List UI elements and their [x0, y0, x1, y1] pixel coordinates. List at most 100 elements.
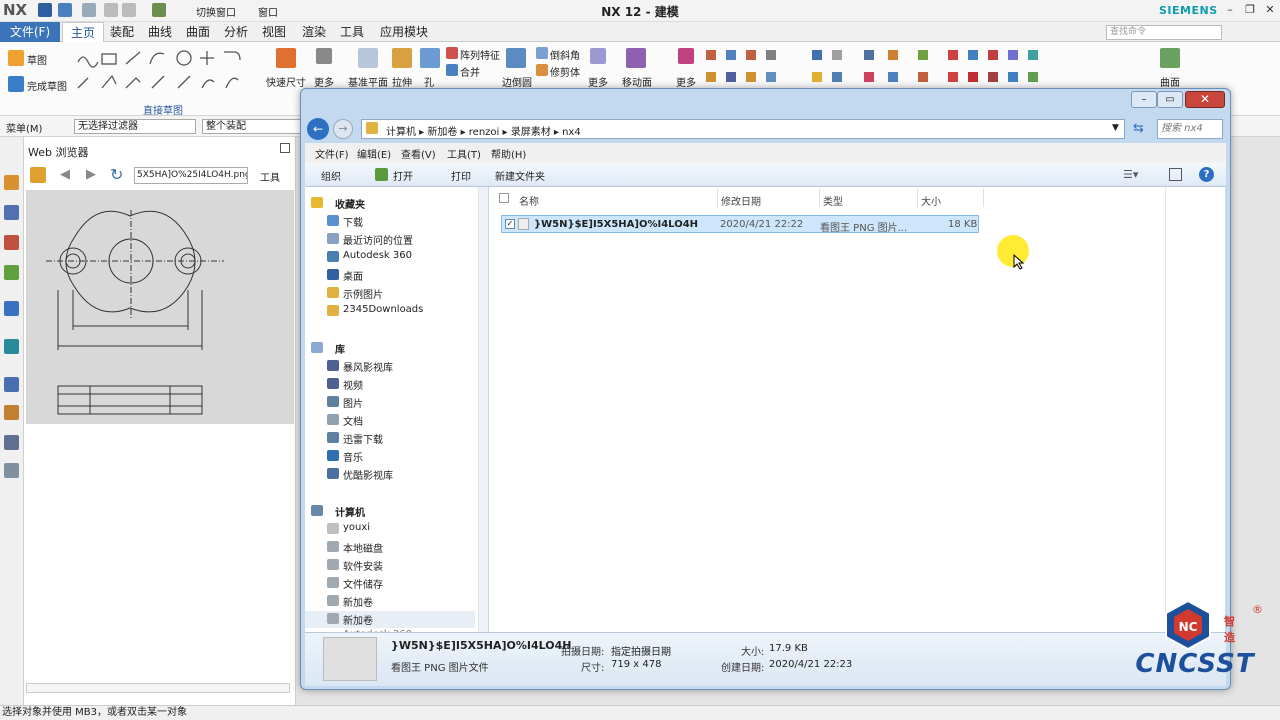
tab-tools[interactable]: 工具	[334, 22, 370, 42]
print-button[interactable]: 打印	[451, 168, 471, 183]
more-features-button[interactable]: 更多	[588, 74, 608, 89]
reuse-library-icon[interactable]	[4, 265, 19, 280]
finish-sketch-icon[interactable]	[8, 76, 24, 92]
chamfer-button[interactable]: 倒斜角	[550, 47, 580, 62]
home-icon[interactable]	[30, 167, 46, 183]
breadcrumb-item[interactable]: nx4	[562, 127, 581, 138]
surface-icon[interactable]	[1160, 48, 1180, 68]
nav-item[interactable]: 2345Downloads	[343, 304, 423, 315]
more-features-icon[interactable]	[590, 48, 606, 64]
minimize-icon[interactable]: –	[1222, 3, 1238, 17]
organize-button[interactable]: 组织	[321, 168, 341, 183]
back-icon[interactable]: ◀	[60, 167, 70, 182]
nav-item[interactable]: 新加卷	[343, 612, 373, 627]
column-header-size[interactable]: 大小	[921, 193, 941, 208]
unite-button[interactable]: 合并	[460, 64, 480, 79]
more-sync-icon[interactable]	[678, 48, 694, 64]
tab-applications[interactable]: 应用模块	[374, 22, 434, 42]
sketch-curve-tools[interactable]	[74, 48, 250, 98]
back-button[interactable]: ←	[307, 118, 329, 140]
process-studio-icon[interactable]	[4, 435, 19, 450]
nav-item[interactable]: 最近访问的位置	[343, 232, 413, 247]
restore-icon[interactable]: ❐	[1242, 3, 1258, 17]
address-bar[interactable]: 计算机 ▸ 新加卷 ▸ renzoi ▸ 录屏素材 ▸ nx4 ▼	[361, 119, 1125, 139]
finish-sketch-button[interactable]: 完成草图	[27, 78, 67, 93]
hole-icon[interactable]	[420, 48, 440, 68]
hd3d-tools-icon[interactable]	[4, 301, 19, 316]
refresh-icon[interactable]: ⇆	[1133, 121, 1144, 136]
type-filter-dropdown[interactable]: 无选择过滤器	[74, 119, 196, 134]
select-all-checkbox[interactable]	[499, 193, 509, 203]
pattern-feature-button[interactable]: 阵列特征	[460, 47, 500, 62]
chamfer-icon[interactable]	[536, 47, 548, 59]
edge-blend-icon[interactable]	[506, 48, 526, 68]
menu-file[interactable]: 文件(F)	[315, 146, 349, 161]
nav-item[interactable]: 视频	[343, 377, 363, 392]
explorer-close-button[interactable]: ✕	[1185, 91, 1225, 108]
nav-item[interactable]: 新加卷	[343, 594, 373, 609]
tab-analysis[interactable]: 分析	[218, 22, 254, 42]
column-header-modified[interactable]: 修改日期	[721, 193, 761, 208]
roles-icon[interactable]	[4, 463, 19, 478]
nav-item[interactable]: 音乐	[343, 449, 363, 464]
menu-button[interactable]: 菜单(M)	[6, 120, 42, 135]
unite-icon[interactable]	[446, 64, 458, 76]
hole-button[interactable]: 孔	[424, 74, 434, 89]
view-options-icon[interactable]: ☰▾	[1123, 168, 1138, 181]
tab-file[interactable]: 文件(F)	[0, 22, 60, 42]
nav-item[interactable]: 示例图片	[343, 286, 383, 301]
trim-body-button[interactable]: 修剪体	[550, 64, 580, 79]
preview-pane-icon[interactable]	[1169, 168, 1182, 181]
constraint-navigator-icon[interactable]	[4, 205, 19, 220]
breadcrumb-item[interactable]: 录屏素材	[511, 127, 551, 138]
taken-date-value[interactable]: 指定拍摄日期	[611, 643, 671, 658]
explorer-maximize-icon[interactable]: ▭	[1157, 91, 1183, 108]
trim-body-icon[interactable]	[536, 64, 548, 76]
nav-item[interactable]: 优酷影视库	[343, 467, 393, 482]
tab-surface[interactable]: 曲面	[180, 22, 216, 42]
extrude-icon[interactable]	[392, 48, 412, 68]
nav-item[interactable]: 下载	[343, 214, 363, 229]
search-input[interactable]: 搜索 nx4	[1157, 119, 1223, 139]
nav-library[interactable]: 库	[335, 341, 345, 356]
nav-computer[interactable]: 计算机	[335, 504, 365, 519]
nav-item[interactable]: youxi	[343, 522, 370, 533]
nav-item[interactable]: 桌面	[343, 268, 363, 283]
move-face-icon[interactable]	[626, 48, 646, 68]
datum-plane-icon[interactable]	[358, 48, 378, 68]
breadcrumb-item[interactable]: 新加卷	[427, 127, 457, 138]
tab-home[interactable]: 主页	[62, 22, 104, 42]
breadcrumb-item[interactable]: renzoi	[469, 127, 500, 138]
edge-blend-button[interactable]: 边倒圆	[502, 74, 532, 89]
sketch-icon[interactable]	[8, 50, 24, 66]
tools-menu[interactable]: 工具	[260, 169, 280, 184]
surface-button[interactable]: 曲面	[1160, 74, 1180, 89]
move-face-button[interactable]: 移动面	[622, 74, 652, 89]
history-icon[interactable]	[4, 377, 19, 392]
forward-button[interactable]: →	[333, 119, 353, 139]
chevron-down-icon[interactable]: ▼	[1112, 123, 1119, 133]
scope-dropdown[interactable]: 整个装配	[202, 119, 302, 134]
nav-item[interactable]: 软件安装	[343, 558, 383, 573]
nav-item[interactable]: 图片	[343, 395, 363, 410]
nav-item[interactable]: 暴风影视库	[343, 359, 393, 374]
refresh-icon[interactable]: ↻	[110, 165, 123, 184]
tab-view[interactable]: 视图	[256, 22, 292, 42]
url-input[interactable]: 5X5HA]O%25I4LO4H.png	[134, 167, 248, 184]
explorer-minimize-icon[interactable]: –	[1131, 91, 1157, 108]
nav-favorites[interactable]: 收藏夹	[335, 196, 365, 211]
breadcrumb-item[interactable]: 计算机	[386, 127, 416, 138]
quick-dimension-button[interactable]: 快速尺寸	[266, 74, 306, 89]
nav-scrollbar[interactable]	[478, 187, 488, 632]
feature-icon-grid[interactable]	[704, 48, 1104, 88]
nav-item[interactable]: 文件储存	[343, 576, 383, 591]
help-icon[interactable]: ?	[1199, 167, 1214, 182]
extrude-button[interactable]: 拉伸	[392, 74, 412, 89]
assembly-navigator-icon[interactable]	[4, 175, 19, 190]
new-folder-button[interactable]: 新建文件夹	[495, 168, 545, 183]
nav-item[interactable]: 文档	[343, 413, 363, 428]
system-materials-icon[interactable]	[4, 405, 19, 420]
table-row[interactable]: ✓ }W5N}$E]I5X5HA]O%I4LO4H 2020/4/21 22:2…	[501, 215, 979, 234]
menu-view[interactable]: 查看(V)	[401, 146, 436, 161]
panel-maximize-icon[interactable]	[280, 143, 290, 153]
